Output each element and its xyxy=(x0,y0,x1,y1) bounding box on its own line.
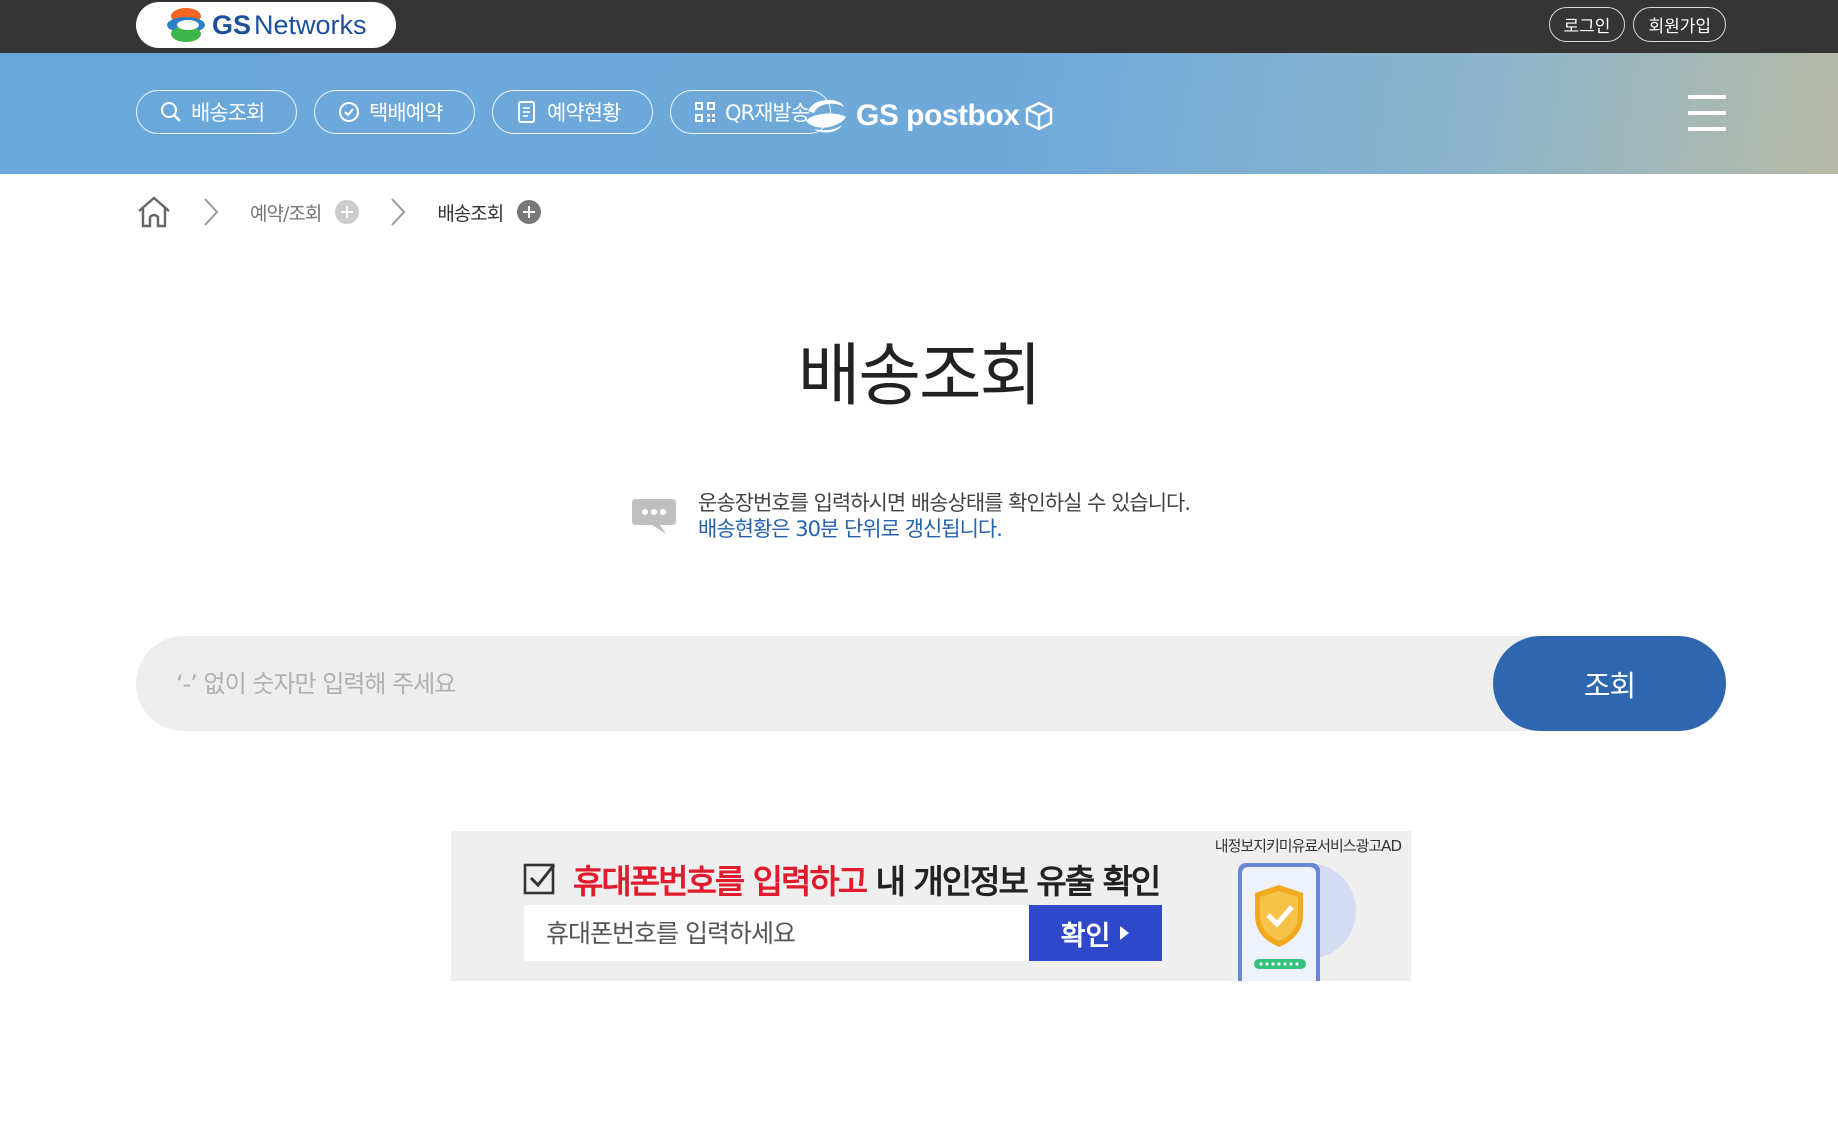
ad-headline: 휴대폰번호를 입력하고 내 개인정보 유출 확인 xyxy=(573,862,1161,901)
ad-banner[interactable]: 내정보지키미유료서비스광고AD 휴대폰번호를 입력하고 내 개인정보 유출 확인… xyxy=(451,831,1411,981)
gs-networks-logo[interactable]: GS Networks xyxy=(136,2,396,48)
hamburger-icon[interactable] xyxy=(1688,95,1726,131)
plus-circle-icon[interactable] xyxy=(517,200,542,224)
qr-icon xyxy=(693,100,717,124)
breadcrumb-item-reservation[interactable]: 예약/조회 xyxy=(250,199,322,226)
nav-item-label: QR재발송 xyxy=(725,101,810,125)
tracking-number-input[interactable] xyxy=(176,636,1476,731)
info-notice: 운송장번호를 입력하시면 배송상태를 확인하실 수 있습니다. 배송현황은 30… xyxy=(630,490,1191,542)
ad-confirm-button[interactable]: 확인 xyxy=(1029,905,1162,961)
login-button[interactable]: 로그인 xyxy=(1548,7,1626,42)
top-bar: GS Networks 로그인 회원가입 xyxy=(0,0,1838,53)
speech-bubble-icon xyxy=(632,499,676,534)
nav-item-label: 배송조회 xyxy=(191,101,265,125)
plus-circle-icon[interactable] xyxy=(335,200,360,224)
checkbox-icon xyxy=(523,863,556,895)
postbox-logo-text: GS postbox xyxy=(856,99,1020,132)
breadcrumb-item-current[interactable]: 배송조회 xyxy=(437,199,504,226)
chevron-right-icon xyxy=(204,198,219,226)
top-links: 로그인 회원가입 xyxy=(1548,7,1726,42)
nav-item-label: 예약현황 xyxy=(547,101,621,125)
page-title: 배송조회 xyxy=(797,337,1042,416)
breadcrumb: 예약/조회 배송조회 xyxy=(136,194,542,230)
chevron-right-icon xyxy=(391,198,406,226)
tracking-search-bar: 조회 xyxy=(136,636,1726,731)
clock-icon xyxy=(337,100,361,124)
search-button[interactable]: 조회 xyxy=(1493,636,1726,731)
nav-item-parcel-reservation[interactable]: 택배예약 xyxy=(314,90,475,134)
home-icon[interactable] xyxy=(136,194,172,230)
play-arrow-icon xyxy=(1120,926,1130,940)
signup-button[interactable]: 회원가입 xyxy=(1633,7,1726,42)
logo-brand-rest: Networks xyxy=(254,9,367,40)
logo-brand-bold: GS xyxy=(212,9,252,40)
phone-number-input[interactable] xyxy=(524,905,1030,961)
box-icon xyxy=(1026,101,1053,131)
document-icon xyxy=(515,100,539,124)
nav-item-label: 택배예약 xyxy=(369,101,443,125)
search-icon xyxy=(159,100,183,124)
ad-label: 내정보지키미유료서비스광고AD xyxy=(1214,837,1402,855)
gs-postbox-logo[interactable]: GS postbox xyxy=(800,91,1053,141)
main-nav: 배송조회 택배예약 예약현황 QR재발송 GS postbox xyxy=(0,53,1838,174)
postbox-swirl-icon xyxy=(806,99,846,133)
nav-item-delivery-tracking[interactable]: 배송조회 xyxy=(136,90,297,134)
phone-shield-icon xyxy=(1238,863,1356,981)
nav-item-reservation-status[interactable]: 예약현황 xyxy=(492,90,653,134)
gs-logo-icon xyxy=(167,8,205,42)
notice-text: 운송장번호를 입력하시면 배송상태를 확인하실 수 있습니다. xyxy=(698,491,1191,515)
notice-update-text: 배송현황은 30분 단위로 갱신됩니다. xyxy=(698,517,1003,541)
